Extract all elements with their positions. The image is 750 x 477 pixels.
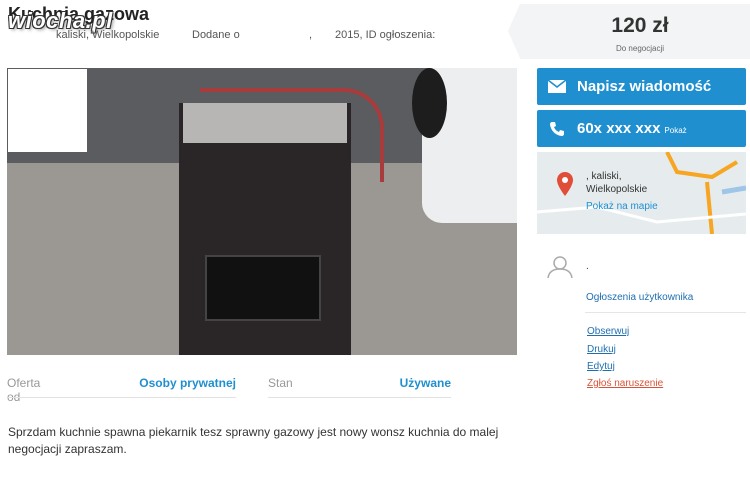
param-label-condition: Stan [268,376,293,390]
price-value: 120 zł [611,14,669,37]
price-box: 120 zł Do negocjacji [508,4,750,59]
envelope-icon [537,80,577,93]
print-link[interactable]: Drukuj [587,344,616,355]
photo-censor-box [8,69,87,152]
separator [585,312,746,313]
param-divider [7,397,236,398]
listing-description: Sprzdam kuchnie spawna piekarnik tesz sp… [8,425,499,456]
oven-window [205,255,321,321]
meta-comma: , [309,29,313,41]
send-message-label: Napisz wiadomość [577,78,712,95]
phone-number: 60x xxx xxx [577,120,661,137]
stove-top [183,103,347,143]
edit-link[interactable]: Edytuj [587,361,615,372]
param-label-offer: Oferta od [7,376,41,404]
map-location-text: , kaliski, Wielkopolskie [586,170,647,196]
photo-wheel [412,68,447,138]
param-value-offer[interactable]: Osoby prywatnej [110,376,236,390]
photo-stove [179,103,351,355]
show-on-map-link[interactable]: Pokaż na mapie [586,201,658,212]
param-value-condition[interactable]: Używane [360,376,451,390]
send-message-button[interactable]: Napisz wiadomość [537,68,746,105]
added-label: Dodane o [192,29,240,41]
user-avatar-icon [547,255,573,284]
user-box: . Ogłoszenia użytkownika [537,251,746,311]
location-map[interactable]: , kaliski, Wielkopolskie Pokaż na mapie [537,152,746,234]
phone-button[interactable]: 60x xxx xxx Pokaż [537,110,746,147]
year-id-text: 2015, ID ogłoszenia: [335,29,436,41]
user-ads-link[interactable]: Ogłoszenia użytkownika [586,292,693,303]
user-name: . [586,261,589,272]
map-location-line2: Wielkopolskie [586,184,648,195]
location-text: kaliski, Wielkopolskie [56,29,160,41]
show-phone-link[interactable]: Pokaż [664,126,686,135]
report-link[interactable]: Zgłoś naruszenie [587,378,663,389]
phone-icon [537,121,577,137]
follow-link[interactable]: Obserwuj [587,326,629,337]
param-divider [268,397,451,398]
map-location-line1: , kaliski, [586,171,622,182]
price-note: Do negocjacji [615,44,665,53]
map-pin-icon [557,172,573,201]
